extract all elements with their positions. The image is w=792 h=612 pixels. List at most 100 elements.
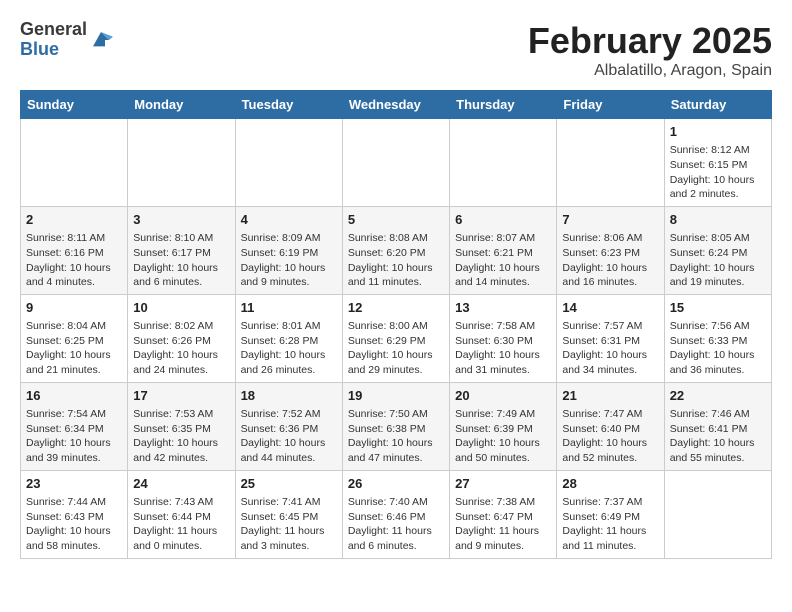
calendar-row-3: 16Sunrise: 7:54 AMSunset: 6:34 PMDayligh… [21,382,772,470]
cell-text: Daylight: 10 hours and 42 minutes. [133,436,229,465]
cell-text: Sunset: 6:41 PM [670,422,766,437]
title-block: February 2025 Albalatillo, Aragon, Spain [528,20,772,80]
cell-text: Daylight: 10 hours and 52 minutes. [562,436,658,465]
cell-text: Daylight: 11 hours and 11 minutes. [562,524,658,553]
logo-blue: Blue [20,40,87,60]
cell-text: Sunrise: 8:04 AM [26,319,122,334]
logo-icon [89,28,113,52]
table-row: 27Sunrise: 7:38 AMSunset: 6:47 PMDayligh… [450,470,557,558]
table-row: 12 Sunrise: 8:00 AMSunset: 6:29 PMDayligh… [342,294,449,382]
cell-text: Sunrise: 8:11 AM [26,231,122,246]
cell-text: Sunrise: 7:49 AM [455,407,551,422]
cell-text: Daylight: 10 hours and 31 minutes. [455,348,551,377]
cell-text: Daylight: 10 hours and 44 minutes. [241,436,337,465]
table-row: 3Sunrise: 8:10 AMSunset: 6:17 PMDaylight… [128,206,235,294]
cell-text: Sunset: 6:23 PM [562,246,658,261]
cell-text: Daylight: 10 hours and 29 minutes. [348,348,444,377]
table-row: 18Sunrise: 7:52 AMSunset: 6:36 PMDayligh… [235,382,342,470]
calendar-row-4: 23Sunrise: 7:44 AMSunset: 6:43 PMDayligh… [21,470,772,558]
table-row: 10Sunrise: 8:02 AMSunset: 6:26 PMDayligh… [128,294,235,382]
table-row: 6Sunrise: 8:07 AMSunset: 6:21 PMDaylight… [450,206,557,294]
calendar-row-1: 2Sunrise: 8:11 AMSunset: 6:16 PMDaylight… [21,206,772,294]
cell-text: Daylight: 10 hours and 6 minutes. [133,261,229,290]
cell-text: Sunset: 6:30 PM [455,334,551,349]
cell-text: Sunset: 6:20 PM [348,246,444,261]
cell-text: Sunrise: 7:52 AM [241,407,337,422]
cell-text: Sunset: 6:29 PM [348,334,444,349]
cell-text: Sunset: 6:38 PM [348,422,444,437]
table-row: 14Sunrise: 7:57 AMSunset: 6:31 PMDayligh… [557,294,664,382]
cell-text: Daylight: 11 hours and 6 minutes. [348,524,444,553]
day-number: 16 [26,387,122,405]
day-number: 5 [348,211,444,229]
cell-text: Sunrise: 8:09 AM [241,231,337,246]
cell-text: Sunrise: 7:50 AM [348,407,444,422]
day-number: 6 [455,211,551,229]
table-row [21,119,128,207]
table-row [450,119,557,207]
cell-text: Daylight: 10 hours and 50 minutes. [455,436,551,465]
cell-text: Sunrise: 7:56 AM [670,319,766,334]
table-row: 24Sunrise: 7:43 AMSunset: 6:44 PMDayligh… [128,470,235,558]
day-number: 25 [241,475,337,493]
table-row: 8Sunrise: 8:05 AMSunset: 6:24 PMDaylight… [664,206,771,294]
table-row: 26Sunrise: 7:40 AMSunset: 6:46 PMDayligh… [342,470,449,558]
day-number: 15 [670,299,766,317]
day-number: 3 [133,211,229,229]
table-row: 2 Sunrise: 8:11 AMSunset: 6:16 PMDaylight… [21,206,128,294]
table-row: 23Sunrise: 7:44 AMSunset: 6:43 PMDayligh… [21,470,128,558]
day-number: 2 [26,211,122,229]
cell-text: Sunset: 6:16 PM [26,246,122,261]
table-row: 15Sunrise: 7:56 AMSunset: 6:33 PMDayligh… [664,294,771,382]
cell-text: Sunrise: 7:40 AM [348,495,444,510]
day-number: 14 [562,299,658,317]
day-number: 23 [26,475,122,493]
cell-text: Sunrise: 8:01 AM [241,319,337,334]
day-number: 8 [670,211,766,229]
logo-general: General [20,20,87,40]
cell-text: Sunrise: 8:10 AM [133,231,229,246]
table-row: 1Sunrise: 8:12 AMSunset: 6:15 PMDaylight… [664,119,771,207]
cell-text: Daylight: 10 hours and 14 minutes. [455,261,551,290]
cell-text: Sunrise: 7:46 AM [670,407,766,422]
table-row: 25Sunrise: 7:41 AMSunset: 6:45 PMDayligh… [235,470,342,558]
cell-text: Sunrise: 7:57 AM [562,319,658,334]
day-number: 21 [562,387,658,405]
cell-text: Sunrise: 7:44 AM [26,495,122,510]
day-number: 20 [455,387,551,405]
day-number: 11 [241,299,337,317]
cell-text: Sunset: 6:44 PM [133,510,229,525]
day-number: 12 [348,299,444,317]
calendar-row-2: 9Sunrise: 8:04 AMSunset: 6:25 PMDaylight… [21,294,772,382]
table-row [664,470,771,558]
cell-text: Daylight: 11 hours and 9 minutes. [455,524,551,553]
cell-text: Sunset: 6:35 PM [133,422,229,437]
header: General Blue February 2025 Albalatillo, … [20,20,772,80]
cell-text: Sunrise: 8:08 AM [348,231,444,246]
cell-text: Sunset: 6:28 PM [241,334,337,349]
cell-text: Sunrise: 7:38 AM [455,495,551,510]
cell-text: Sunset: 6:40 PM [562,422,658,437]
col-monday: Monday [128,91,235,119]
cell-text: Sunrise: 7:58 AM [455,319,551,334]
day-number: 10 [133,299,229,317]
calendar-header-row: Sunday Monday Tuesday Wednesday Thursday… [21,91,772,119]
day-number: 19 [348,387,444,405]
cell-text: Sunrise: 8:00 AM [348,319,444,334]
cell-text: Daylight: 10 hours and 9 minutes. [241,261,337,290]
cell-text: Daylight: 10 hours and 4 minutes. [26,261,122,290]
cell-text: Sunset: 6:19 PM [241,246,337,261]
col-tuesday: Tuesday [235,91,342,119]
table-row: 7Sunrise: 8:06 AMSunset: 6:23 PMDaylight… [557,206,664,294]
table-row: 13Sunrise: 7:58 AMSunset: 6:30 PMDayligh… [450,294,557,382]
cell-text: Sunset: 6:46 PM [348,510,444,525]
page: General Blue February 2025 Albalatillo, … [0,0,792,569]
cell-text: Sunset: 6:31 PM [562,334,658,349]
table-row: 9Sunrise: 8:04 AMSunset: 6:25 PMDaylight… [21,294,128,382]
cell-text: Sunset: 6:34 PM [26,422,122,437]
col-wednesday: Wednesday [342,91,449,119]
cell-text: Sunset: 6:47 PM [455,510,551,525]
day-number: 18 [241,387,337,405]
cell-text: Sunrise: 7:37 AM [562,495,658,510]
cell-text: Sunset: 6:33 PM [670,334,766,349]
